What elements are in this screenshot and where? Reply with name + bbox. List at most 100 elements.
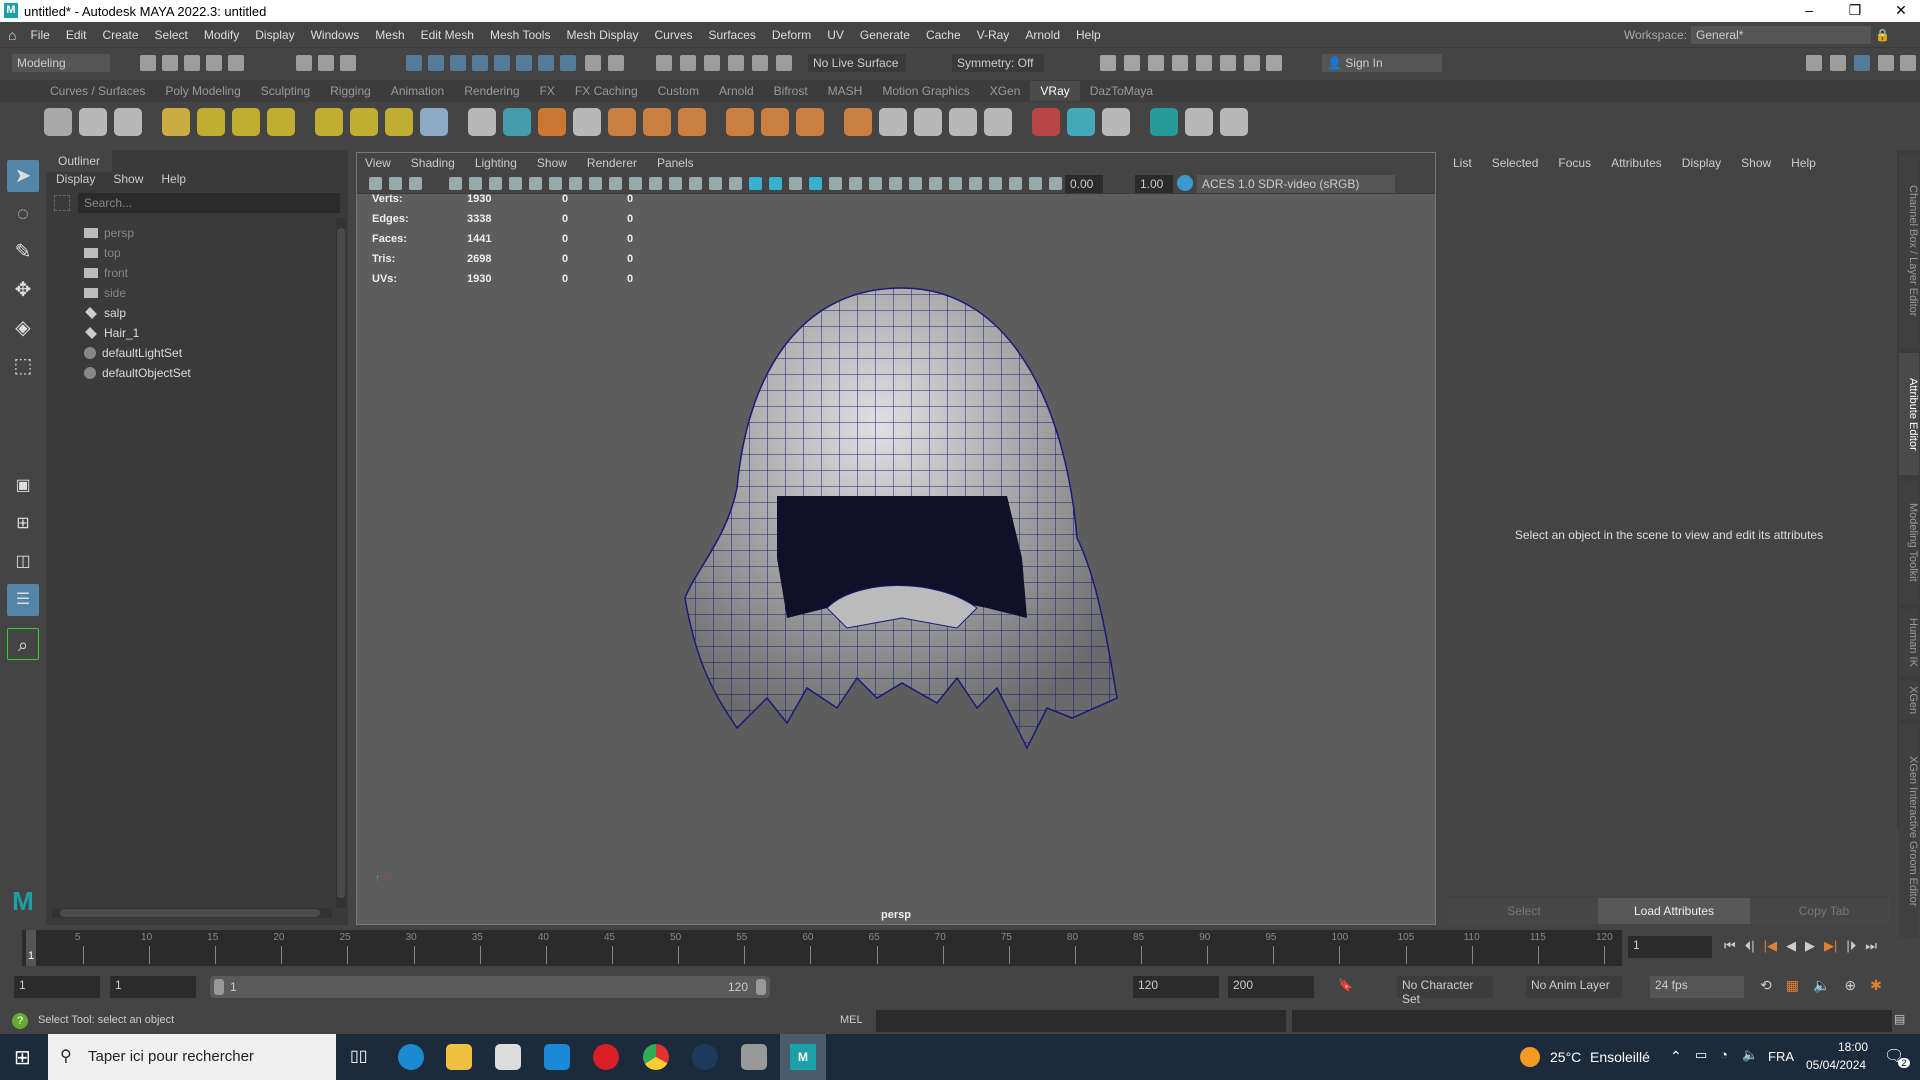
opera-icon[interactable] bbox=[593, 1044, 619, 1070]
hair-mesh[interactable] bbox=[677, 278, 1127, 778]
viewport-tool-icon[interactable] bbox=[529, 177, 542, 190]
exposure-field[interactable]: 0.00 bbox=[1065, 175, 1103, 193]
layout-icon[interactable] bbox=[1854, 55, 1870, 71]
shelf-tab-bifrost[interactable]: Bifrost bbox=[764, 81, 818, 101]
menu-set-dropdown[interactable]: Modeling bbox=[12, 54, 110, 72]
viewport-tool-icon[interactable] bbox=[889, 177, 902, 190]
shelf-tool-icon[interactable] bbox=[1185, 108, 1213, 136]
outliner-item-top[interactable]: top bbox=[84, 243, 121, 263]
minimize-button[interactable]: – bbox=[1794, 2, 1824, 18]
shelf-tab-animation[interactable]: Animation bbox=[381, 81, 454, 101]
weather-temp[interactable]: 25°C bbox=[1550, 1049, 1581, 1065]
viewport-tool-icon[interactable] bbox=[389, 177, 402, 190]
current-frame-field[interactable]: 1 bbox=[1628, 936, 1712, 958]
shelf-tool-icon[interactable] bbox=[420, 108, 448, 136]
outliner-item-persp[interactable]: persp bbox=[84, 223, 134, 243]
show-hidden-icons-icon[interactable]: ⌃ bbox=[1670, 1048, 1682, 1065]
viewport-tool-icon[interactable] bbox=[829, 177, 842, 190]
side-tab-channel-box-layer-editor[interactable]: Channel Box / Layer Editor bbox=[1899, 155, 1919, 347]
attr-menu-attributes[interactable]: Attributes bbox=[1611, 156, 1662, 170]
shelf-tool-icon[interactable] bbox=[197, 108, 225, 136]
start-time-field[interactable]: 1 bbox=[14, 976, 100, 998]
shelf-tool-icon[interactable] bbox=[468, 108, 496, 136]
clock-time[interactable]: 18:00 bbox=[1818, 1040, 1888, 1054]
highlight-icon[interactable] bbox=[608, 55, 624, 71]
outliner-vertical-scrollbar[interactable] bbox=[336, 218, 346, 908]
outliner-item-defaultlightset[interactable]: defaultLightSet bbox=[84, 343, 182, 363]
viewport-tool-icon[interactable] bbox=[1049, 177, 1062, 190]
menu-create[interactable]: Create bbox=[95, 28, 147, 42]
meet-now-icon[interactable]: ▭ bbox=[1695, 1047, 1707, 1063]
end-time-field[interactable]: 200 bbox=[1228, 976, 1314, 998]
viewport-menu-view[interactable]: View bbox=[365, 156, 391, 170]
viewport-tool-icon[interactable] bbox=[969, 177, 982, 190]
viewport-tool-icon[interactable] bbox=[669, 177, 682, 190]
windows-start-icon[interactable]: ⊞ bbox=[14, 1045, 31, 1070]
script-editor-icon[interactable]: ▤ bbox=[1894, 1012, 1905, 1026]
menu-mesh-display[interactable]: Mesh Display bbox=[558, 28, 646, 42]
lock-icon[interactable]: 🔒 bbox=[1875, 28, 1890, 42]
taskbar-search-input[interactable]: ⚲ Taper ici pour rechercher bbox=[48, 1034, 336, 1080]
menu-select[interactable]: Select bbox=[147, 28, 196, 42]
rotate-tool-icon[interactable]: ◈ bbox=[7, 312, 39, 344]
snap-grid-icon[interactable] bbox=[406, 55, 422, 71]
shelf-tab-rendering[interactable]: Rendering bbox=[454, 81, 529, 101]
viewport-tool-icon[interactable] bbox=[849, 177, 862, 190]
select-tool-icon[interactable]: ➤ bbox=[7, 160, 39, 192]
play-backward-icon[interactable]: ◀ bbox=[1786, 938, 1796, 954]
workspace-dropdown[interactable]: General* bbox=[1691, 26, 1872, 44]
go-to-start-icon[interactable]: ⏮ bbox=[1724, 938, 1736, 954]
menu-modify[interactable]: Modify bbox=[196, 28, 247, 42]
maya-taskbar-button[interactable]: M bbox=[780, 1034, 826, 1080]
file-explorer-icon[interactable] bbox=[446, 1044, 472, 1070]
shelf-tab-xgen[interactable]: XGen bbox=[980, 81, 1031, 101]
scale-tool-icon[interactable]: ⬚ bbox=[7, 350, 39, 382]
outliner-item-hair-1[interactable]: Hair_1 bbox=[84, 323, 139, 343]
render-settings-icon[interactable] bbox=[1172, 55, 1188, 71]
shelf-tab-vray[interactable]: VRay bbox=[1030, 81, 1080, 101]
shelf-tool-icon[interactable] bbox=[984, 108, 1012, 136]
save-scene-icon[interactable] bbox=[184, 55, 200, 71]
range-start-handle[interactable] bbox=[214, 979, 224, 995]
shelf-tool-icon[interactable] bbox=[267, 108, 295, 136]
clock-date[interactable]: 05/04/2024 bbox=[1806, 1058, 1866, 1072]
gamma-field[interactable]: 1.00 bbox=[1135, 175, 1173, 193]
auto-key-icon[interactable]: 🔖 bbox=[1338, 978, 1353, 992]
output-ops-icon[interactable] bbox=[704, 55, 720, 71]
shelf-tool-icon[interactable] bbox=[796, 108, 824, 136]
snap-surface-icon[interactable] bbox=[538, 55, 554, 71]
shelf-tool-icon[interactable] bbox=[726, 108, 754, 136]
modeling-icon[interactable] bbox=[752, 55, 768, 71]
viewport-tool-icon[interactable] bbox=[769, 177, 782, 190]
input-language[interactable]: FRA bbox=[1768, 1049, 1794, 1064]
menu-display[interactable]: Display bbox=[247, 28, 302, 42]
app-icon[interactable] bbox=[741, 1044, 767, 1070]
menu-windows[interactable]: Windows bbox=[303, 28, 368, 42]
weather-condition[interactable]: Ensoleillé bbox=[1590, 1049, 1650, 1065]
menu-help[interactable]: Help bbox=[1068, 28, 1109, 42]
shelf-tool-icon[interactable] bbox=[232, 108, 260, 136]
attr-menu-show[interactable]: Show bbox=[1741, 156, 1771, 170]
menu-generate[interactable]: Generate bbox=[852, 28, 918, 42]
shelf-tool-icon[interactable] bbox=[385, 108, 413, 136]
shelf-tool-icon[interactable] bbox=[1032, 108, 1060, 136]
snap-view-icon[interactable] bbox=[494, 55, 510, 71]
viewport-tool-icon[interactable] bbox=[989, 177, 1002, 190]
side-tab-attribute-editor[interactable]: Attribute Editor bbox=[1899, 353, 1919, 475]
time-slider[interactable]: 1 5 10 15 20 25 30 35 40 45 50 55 60 65 70 75 80 85 90 95 10… bbox=[22, 930, 1622, 966]
ipr-icon[interactable] bbox=[1148, 55, 1164, 71]
outliner-horizontal-scrollbar[interactable] bbox=[52, 908, 332, 918]
playback-end-field[interactable]: 120 bbox=[1133, 976, 1219, 998]
shelf-tab-daztomaya[interactable]: DazToMaya bbox=[1080, 81, 1163, 101]
shelf-tool-icon[interactable] bbox=[1220, 108, 1248, 136]
volume-icon[interactable]: 🔈 bbox=[1742, 1047, 1758, 1063]
shelf-tab-custom[interactable]: Custom bbox=[648, 81, 709, 101]
viewport-tool-icon[interactable] bbox=[569, 177, 582, 190]
viewport-tool-icon[interactable] bbox=[749, 177, 762, 190]
fps-dropdown[interactable]: 24 fps bbox=[1650, 976, 1744, 998]
viewport-menu-lighting[interactable]: Lighting bbox=[475, 156, 517, 170]
attr-menu-display[interactable]: Display bbox=[1682, 156, 1721, 170]
paint-select-tool-icon[interactable]: ✎ bbox=[7, 236, 39, 268]
close-button[interactable]: ✕ bbox=[1886, 2, 1916, 19]
chrome-icon[interactable] bbox=[643, 1044, 669, 1070]
